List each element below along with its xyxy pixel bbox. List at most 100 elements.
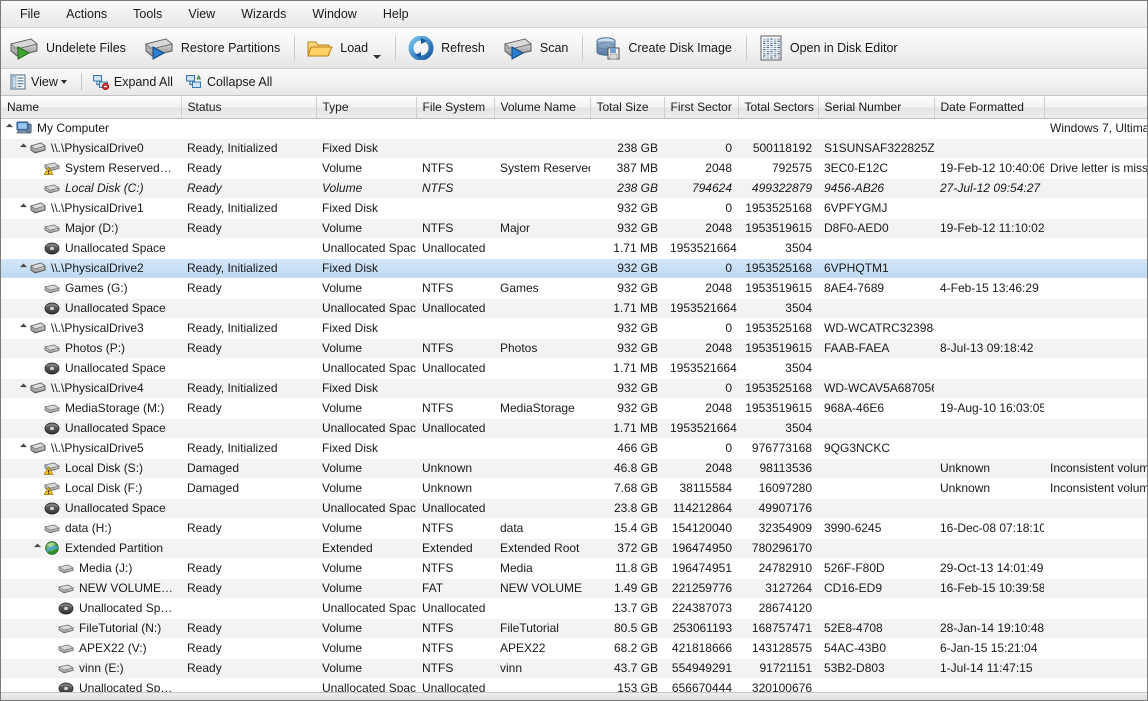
table-row[interactable]: Unallocated Space Unallocated Space Unallo… (1, 298, 1147, 318)
cell-volume-name (494, 238, 590, 258)
cell-first-sector: 2048 (664, 458, 738, 478)
toolbar2-button-view[interactable]: View (5, 71, 75, 94)
table-row[interactable]: \\.\PhysicalDrive0 Ready, Initialized Fixe… (1, 138, 1147, 158)
column-header-file-system[interactable]: File System (416, 97, 495, 119)
expand-collapse-triangle-icon[interactable] (19, 263, 28, 271)
table-row[interactable]: Photos (P:) Ready Volume NTFS Photos 932 GB 20… (1, 338, 1147, 358)
column-header-date-formatted[interactable]: Date Formatted (934, 97, 1045, 119)
cell-first-sector: 794624 (664, 178, 738, 198)
table-row[interactable]: APEX22 (V:) Ready Volume NTFS APEX22 68.2 GB 4… (1, 638, 1147, 658)
toolbar-button-restore-partitions[interactable]: Restore Partitions (136, 29, 290, 67)
menu-item-help[interactable]: Help (370, 3, 422, 26)
toolbar2-button-expand-all[interactable]: Expand All (88, 71, 181, 94)
toolbar2-button-collapse-all[interactable]: Collapse All (181, 71, 280, 94)
toolbar-button-refresh[interactable]: Refresh (400, 29, 495, 67)
chevron-down-icon[interactable] (373, 55, 382, 59)
toolbar-button-undelete-files[interactable]: Undelete Files (1, 29, 136, 67)
expand-collapse-triangle-icon[interactable] (19, 383, 28, 391)
table-row[interactable]: Major (D:) Ready Volume NTFS Major 932 GB 2048… (1, 218, 1147, 238)
table-row[interactable]: \\.\PhysicalDrive1 Ready, Initialized Fixe… (1, 198, 1147, 218)
table-row[interactable]: data (H:) Ready Volume NTFS data 15.4 GB 15412… (1, 518, 1147, 538)
cell-first-sector: 0 (725, 321, 732, 335)
table-row[interactable]: Unallocated Space Unallocated Space Unallo… (1, 598, 1147, 618)
expand-collapse-triangle-icon[interactable] (19, 443, 28, 451)
expand-collapse-triangle-icon[interactable] (19, 323, 28, 331)
column-header-type[interactable]: Type (316, 97, 417, 119)
cell-volume-name: Games (500, 281, 539, 295)
menu-item-view[interactable]: View (175, 3, 228, 26)
cell-file-system: Unknown (416, 458, 494, 478)
cell-first-sector: 0 (664, 257, 738, 278)
table-row[interactable]: Local Disk (C:) Ready Volume NTFS 238 GB 7946… (1, 178, 1147, 198)
chevron-down-icon[interactable] (60, 80, 67, 84)
table-row[interactable]: Unallocated Space Unallocated Space Unallo… (1, 238, 1147, 258)
cell-status: Ready (181, 618, 316, 638)
table-row[interactable]: Media (J:) Ready Volume NTFS Media 11.8 GB 196… (1, 558, 1147, 578)
row-name-label: MediaStorage (M:) (65, 401, 165, 415)
table-row[interactable]: Unallocated Space Unallocated Space Unallo… (1, 498, 1147, 518)
toolbar-button-label: Scan (539, 41, 569, 55)
table-row[interactable]: NEW VOLUME (L:) Ready Volume FAT NEW VOLUME 1… (1, 578, 1147, 598)
table-row[interactable]: Unallocated Space Unallocated Space Unallo… (1, 358, 1147, 378)
column-header-volume-name[interactable]: Volume Name (494, 97, 591, 119)
cell-total-size: 1.71 MB (590, 418, 664, 438)
cell-total-size: 7.68 GB (613, 481, 658, 495)
table-row[interactable]: Extended Partition Extended Extended Extend… (1, 538, 1147, 558)
cell-status: Ready, Initialized (181, 138, 316, 158)
cell- (1044, 178, 1147, 198)
expand-collapse-triangle-icon[interactable] (5, 123, 14, 131)
table-row[interactable]: System Reserved (1:) Ready Volume NTFS Syste… (1, 158, 1147, 178)
cell-total-sectors: 1953525168 (738, 378, 818, 398)
toolbar-button-load[interactable]: Load (299, 29, 391, 67)
column-header-status[interactable]: Status (181, 97, 317, 119)
cell-file-system (416, 378, 494, 398)
table-row[interactable]: \\.\PhysicalDrive5 Ready, Initialized Fixe… (1, 438, 1147, 458)
cell-date-formatted: 4-Feb-15 13:46:29 (940, 281, 1039, 295)
column-header-serial-number[interactable]: Serial Number (818, 97, 935, 119)
table-row[interactable]: vinn (E:) Ready Volume NTFS vinn 43.7 GB 55494… (1, 658, 1147, 678)
row-name-label: Unallocated Space (65, 361, 166, 375)
table-row[interactable]: Local Disk (F:) Damaged Volume Unknown 7.68 … (1, 478, 1147, 498)
column-header-first-sector[interactable]: First Sector (664, 97, 739, 119)
menu-item-actions[interactable]: Actions (53, 3, 120, 26)
cell-status (181, 118, 316, 138)
cell-file-system: NTFS (422, 281, 454, 295)
menu-item-tools[interactable]: Tools (120, 3, 175, 26)
cell-total-size: 238 GB (590, 138, 664, 158)
table-row[interactable]: Unallocated Space Unallocated Space Unallo… (1, 678, 1147, 692)
cell-serial-number: FAAB-FAEA (818, 338, 934, 358)
column-header-blank[interactable] (1044, 97, 1147, 119)
cell-file-system (416, 438, 494, 458)
table-row[interactable]: FileTutorial (N:) Ready Volume NTFS FileTuto… (1, 618, 1147, 638)
expand-collapse-triangle-icon[interactable] (33, 543, 42, 551)
table-row[interactable]: \\.\PhysicalDrive3 Ready, Initialized Fixe… (1, 318, 1147, 338)
table-row[interactable]: Games (G:) Ready Volume NTFS Games 932 GB 2048… (1, 278, 1147, 298)
toolbar-button-open-in-disk-editor[interactable]: Open in Disk Editor (751, 29, 908, 67)
table-row[interactable]: Local Disk (S:) Damaged Volume Unknown 46.8 … (1, 458, 1147, 478)
cell-total-sectors: 32354909 (758, 521, 812, 535)
table-row[interactable]: My Computer Windows 7, Ultimate 6 (1, 118, 1147, 138)
table-row[interactable]: \\.\PhysicalDrive4 Ready, Initialized Fixe… (1, 378, 1147, 398)
table-row[interactable]: MediaStorage (M:) Ready Volume NTFS MediaSto… (1, 398, 1147, 418)
cell-name: Photos (P:) (1, 338, 181, 358)
toolbar-separator (395, 33, 397, 63)
column-header-total-size[interactable]: Total Size (590, 97, 665, 119)
cell-total-size: 932 GB (590, 338, 664, 358)
toolbar-button-create-disk-image[interactable]: Create Disk Image (587, 29, 742, 67)
menu-item-wizards[interactable]: Wizards (228, 3, 299, 26)
column-header-name[interactable]: Name (1, 97, 182, 119)
table-row[interactable]: Unallocated Space Unallocated Space Unallo… (1, 418, 1147, 438)
menu-item-window[interactable]: Window (299, 3, 369, 26)
cell-file-system: NTFS (416, 338, 494, 358)
cell-first-sector: 421818666 (671, 641, 732, 655)
column-header-total-sectors[interactable]: Total Sectors (738, 97, 819, 119)
expand-collapse-triangle-icon[interactable] (19, 203, 28, 211)
menu-item-file[interactable]: File (7, 3, 53, 26)
table-row[interactable]: \\.\PhysicalDrive2 Ready, Initialized Fixe… (1, 257, 1147, 278)
cell-file-system: Unknown (422, 481, 473, 495)
cell-file-system: FAT (416, 578, 494, 598)
cell-total-size: 11.8 GB (614, 561, 658, 575)
expand-collapse-triangle-icon[interactable] (19, 143, 28, 151)
volume-icon (58, 622, 74, 635)
toolbar-button-scan[interactable]: Scan (495, 29, 579, 67)
